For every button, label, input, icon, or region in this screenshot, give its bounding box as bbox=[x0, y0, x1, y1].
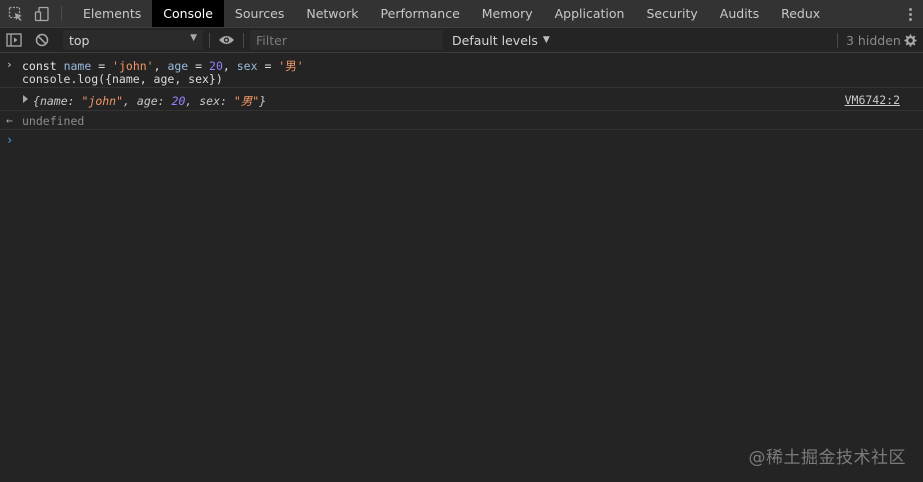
tab-memory[interactable]: Memory bbox=[471, 0, 544, 27]
console-log-entry: {name: "john", age: 20, sex: "男"} VM6742… bbox=[0, 89, 923, 111]
console-settings-gear-icon[interactable] bbox=[903, 28, 918, 52]
tab-security[interactable]: Security bbox=[635, 0, 708, 27]
obj-punct: , bbox=[185, 94, 200, 108]
code-operator: = bbox=[188, 59, 210, 73]
code-punct: , bbox=[153, 59, 168, 73]
toolbar-divider bbox=[837, 33, 838, 48]
console-result-entry: ← undefined bbox=[0, 112, 923, 130]
more-options-icon[interactable] bbox=[903, 0, 917, 28]
expand-triangle-icon[interactable] bbox=[23, 95, 28, 103]
obj-brace: } bbox=[259, 94, 267, 108]
panel-tabs: Elements Console Sources Network Perform… bbox=[72, 0, 831, 27]
obj-value-string: "男" bbox=[233, 94, 260, 108]
obj-value-number: 20 bbox=[171, 94, 186, 108]
tab-console[interactable]: Console bbox=[152, 0, 224, 27]
tab-sources[interactable]: Sources bbox=[224, 0, 295, 27]
inspect-element-icon[interactable] bbox=[3, 0, 29, 28]
clear-console-icon[interactable] bbox=[35, 28, 49, 52]
console-prompt-icon[interactable]: › bbox=[6, 133, 13, 147]
console-toolbar: top ▼ Default levels ▼ 3 hidden bbox=[0, 28, 923, 53]
tab-performance[interactable]: Performance bbox=[370, 0, 471, 27]
console-input-entry: › const name = 'john', age = 20, sex = '… bbox=[0, 54, 923, 88]
filter-input[interactable] bbox=[250, 30, 443, 50]
chevron-down-icon: ▼ bbox=[190, 33, 197, 43]
code-operator: = bbox=[91, 59, 113, 73]
tab-network[interactable]: Network bbox=[295, 0, 369, 27]
input-prompt-icon: › bbox=[6, 58, 13, 71]
toolbar-divider bbox=[243, 33, 244, 48]
tab-elements[interactable]: Elements bbox=[72, 0, 152, 27]
device-toggle-icon[interactable] bbox=[29, 0, 55, 28]
code-number: 20 bbox=[209, 59, 223, 73]
code-identifier: sex bbox=[236, 59, 258, 73]
logged-object-preview[interactable]: {name: "john", age: 20, sex: "男"} bbox=[33, 93, 266, 109]
obj-key: sex: bbox=[199, 94, 234, 108]
live-expression-eye-icon[interactable] bbox=[218, 28, 235, 52]
log-levels-label: Default levels bbox=[452, 32, 538, 48]
obj-brace: { bbox=[33, 94, 40, 108]
obj-key: name: bbox=[39, 94, 82, 108]
chevron-down-icon: ▼ bbox=[542, 35, 550, 45]
sidebar-toggle-icon[interactable] bbox=[6, 28, 22, 52]
obj-punct: , bbox=[123, 94, 137, 108]
context-selector[interactable]: top ▼ bbox=[63, 30, 203, 50]
input-code-line-2: console.log({name, age, sex}) bbox=[22, 72, 223, 86]
code-string: 'john' bbox=[112, 59, 154, 73]
code-punct: , bbox=[222, 59, 237, 73]
tab-redux[interactable]: Redux bbox=[770, 0, 831, 27]
code-keyword: const bbox=[22, 59, 57, 73]
toolbar-divider bbox=[209, 33, 210, 48]
devtools-tabbar: Elements Console Sources Network Perform… bbox=[0, 0, 923, 28]
source-location-link[interactable]: VM6742:2 bbox=[845, 93, 900, 107]
code-identifier: name bbox=[63, 59, 92, 73]
watermark: @稀土掘金技术社区 bbox=[748, 448, 906, 468]
result-arrow-icon: ← bbox=[6, 114, 13, 127]
tabbar-divider bbox=[61, 6, 62, 21]
result-value: undefined bbox=[22, 114, 85, 128]
context-selector-value: top bbox=[69, 32, 90, 48]
code-string: '男' bbox=[278, 59, 304, 73]
code-identifier: age bbox=[167, 59, 189, 73]
obj-value-string: "john" bbox=[81, 94, 124, 108]
hidden-messages-count[interactable]: 3 hidden bbox=[846, 28, 901, 52]
code-operator: = bbox=[257, 59, 279, 73]
log-levels-dropdown[interactable]: Default levels ▼ bbox=[452, 28, 550, 52]
tab-audits[interactable]: Audits bbox=[709, 0, 770, 27]
tab-application[interactable]: Application bbox=[544, 0, 636, 27]
obj-key: age: bbox=[136, 94, 172, 108]
